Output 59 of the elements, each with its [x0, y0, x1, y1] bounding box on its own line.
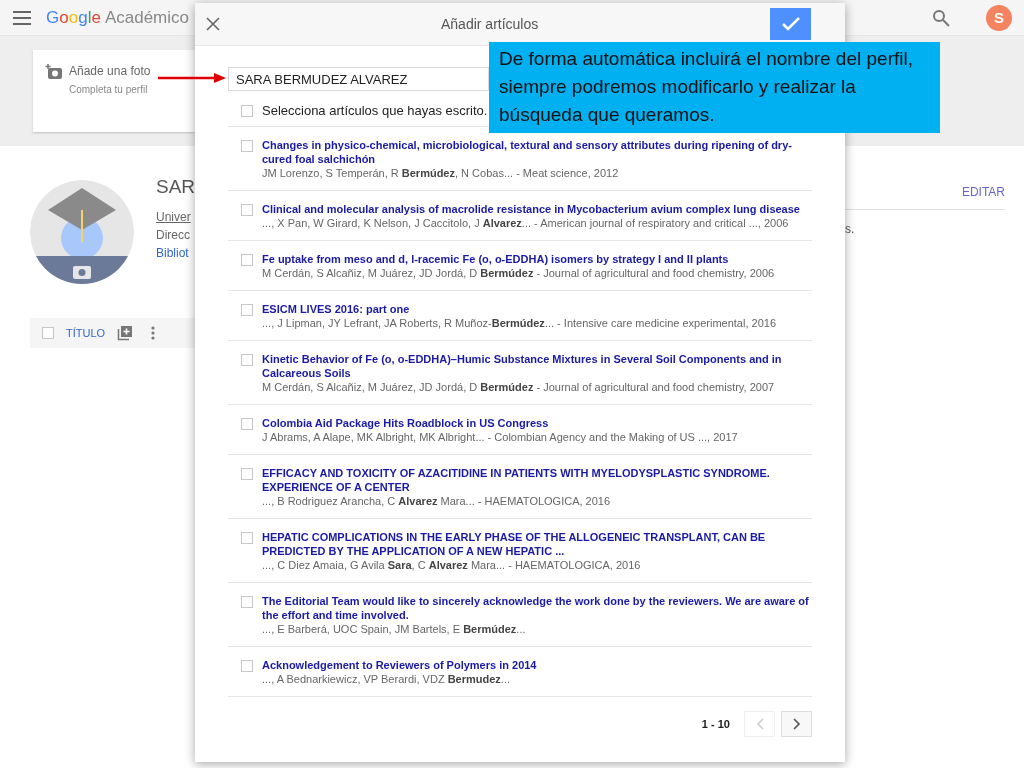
article-title[interactable]: Clinical and molecular analysis of macrolide resistance in Mycobacterium avium complex lung disease: [262, 202, 800, 216]
search-icon[interactable]: [932, 8, 950, 27]
article-title[interactable]: Colombia Aid Package Hits Roadblock in US Congress: [262, 416, 738, 430]
menu-icon[interactable]: [12, 9, 32, 26]
checkbox[interactable]: [241, 140, 253, 152]
chevron-right-icon: [792, 718, 801, 730]
checkbox[interactable]: [241, 418, 253, 430]
checkbox[interactable]: [241, 104, 253, 117]
checkbox[interactable]: [241, 204, 253, 216]
checkbox[interactable]: [241, 532, 253, 544]
photo-card[interactable]: Añade una foto Completa tu perfil: [33, 50, 195, 132]
add-icon[interactable]: [117, 325, 134, 341]
checkbox[interactable]: [241, 254, 253, 266]
checkbox[interactable]: [241, 354, 253, 366]
checkbox[interactable]: [241, 468, 253, 480]
add-photo-icon: [45, 64, 63, 80]
arrow: [158, 73, 226, 83]
check-icon: [781, 17, 800, 31]
column-header[interactable]: TÍTULO: [66, 327, 106, 339]
article-title[interactable]: Changes in physico-chemical, microbiological, textural and sensory attributes during ripening of dry-cured foal salchichón: [262, 138, 812, 166]
text-fragment: s.: [845, 222, 856, 236]
callout-note: De forma automática incluirá el nombre del perfil, siempre podremos modificarlo y realizar la búsqueda que queramos.: [489, 42, 940, 133]
checkbox[interactable]: [42, 327, 54, 339]
checkbox[interactable]: [241, 660, 253, 672]
card-subtitle: Completa tu perfil: [69, 84, 149, 95]
product-name: Académico: [104, 7, 189, 28]
close-icon[interactable]: [205, 16, 221, 32]
article-title[interactable]: ESICM LIVES 2016: part one: [262, 302, 776, 316]
search-field[interactable]: SARA BERMUDEZ ALVAREZ: [228, 67, 489, 91]
article-title[interactable]: The Editorial Team would like to sincerely acknowledge the work done by the reviewers. We are aware of the effort and time involved.: [262, 594, 812, 622]
dialog-title: Añadir artículos: [441, 16, 540, 32]
profile-line: Direcc: [156, 228, 190, 242]
article-authors: ..., A Bednarkiewicz, VP Berardi, VDZ Bermudez...: [262, 672, 511, 686]
select-all-label: Selecciona artículos que hayas escrito.: [262, 103, 488, 118]
article-authors: M Cerdán, S Alcañiz, M Juárez, JD Jordá, D Bermúdez - Journal of agricultural and food chemistry, 2007: [262, 380, 776, 394]
article-authors: ..., J Lipman, JY Lefrant, JA Roberts, R Muñoz-Bermúdez... - Intensive care medicine experimental, 2016: [262, 316, 776, 330]
page-range: 1 - 10: [701, 718, 730, 730]
profile-line[interactable]: Univer: [156, 210, 191, 224]
chevron-left-icon: [755, 718, 764, 730]
article-title[interactable]: Fe uptake from meso and d, l-racemic Fe (o, o-EDDHA) isomers by strategy I and II plants: [262, 252, 775, 266]
logo[interactable]: Google: [46, 7, 101, 28]
article-authors: ..., X Pan, W Girard, K Nelson, J Caccitolo, J Alvarez... - American journal of respiratory and critical ..., 2006: [262, 216, 790, 230]
article-authors: J Abrams, A Alape, MK Albright, MK Albright... - Colombian Agency and the Making of US ..., 2017: [262, 430, 738, 444]
card-title: Añade una foto: [69, 64, 151, 78]
article-authors: JM Lorenzo, S Temperán, R Bermúdez, N Cobas... - Meat science, 2012: [262, 166, 620, 180]
article-authors: ..., B Rodriguez Arancha, C Alvarez Mara... - HAEMATOLOGICA, 2016: [262, 494, 612, 508]
next-page-button[interactable]: [781, 711, 812, 737]
profile-line[interactable]: Bibliot: [156, 246, 189, 260]
article-title[interactable]: HEPATIC COMPLICATIONS IN THE EARLY PHASE OF THE ALLOGENEIC TRANSPLANT, CAN BE PREDICTED BY THE APPLICATION OF A NEW HEPATIC ...: [262, 530, 812, 558]
article-authors: ..., C Diez Amaia, G Avila Sara, C Alvarez Mara... - HAEMATOLOGICA, 2016: [262, 558, 642, 572]
profile-name: SAR: [156, 176, 196, 198]
article-title[interactable]: Acknowledgement to Reviewers of Polymers in 2014: [262, 658, 537, 672]
article-authors: M Cerdán, S Alcañiz, M Juárez, JD Jordá, D Bermúdez - Journal of agricultural and food chemistry, 2006: [262, 266, 775, 280]
article-authors: ..., E Barberá, UOC Spain, JM Bartels, E Bermúdez...: [262, 622, 527, 636]
confirm-button[interactable]: [770, 8, 811, 40]
article-title[interactable]: EFFICACY AND TOXICITY OF AZACITIDINE IN PATIENTS WITH MYELODYSPLASTIC SYNDROME. EXPERIENCE OF A CENTER: [262, 466, 812, 494]
article-title[interactable]: Kinetic Behavior of Fe (o, o-EDDHA)–Humic Substance Mixtures in Several Soil Components and in Calcareous Soils: [262, 352, 812, 380]
checkbox[interactable]: [241, 304, 253, 316]
checkbox[interactable]: [241, 596, 253, 608]
